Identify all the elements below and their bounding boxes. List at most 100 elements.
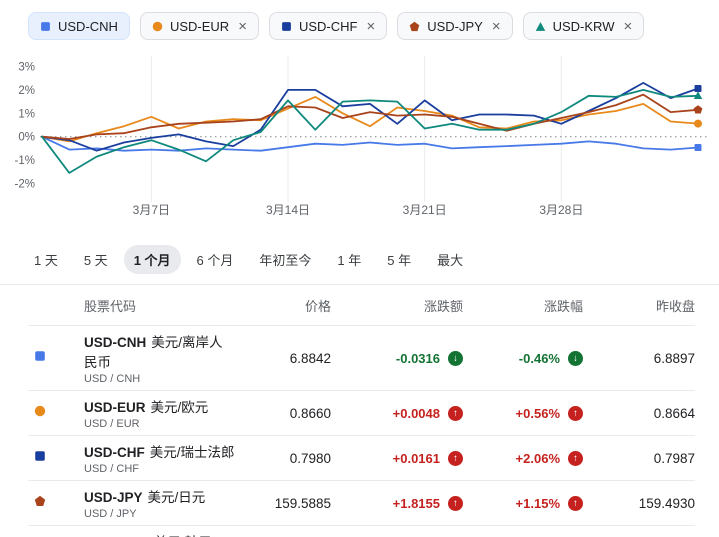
- ticker: USD-CHF: [84, 445, 145, 460]
- price-cell: 6.8842: [235, 351, 331, 366]
- col-prev-close: 昨收盘: [583, 296, 695, 315]
- price-cell: 0.8660: [235, 406, 331, 421]
- close-icon[interactable]: ×: [366, 19, 375, 34]
- pentagon-marker-icon: [409, 21, 420, 32]
- comparison-chip-usd-chf[interactable]: USD-CHF ×: [269, 12, 387, 40]
- chip-label: USD-EUR: [170, 19, 229, 34]
- y-axis-label: -1%: [15, 155, 35, 167]
- range-option-5[interactable]: 年初至今: [249, 245, 321, 274]
- pair-sub: USD / EUR: [84, 418, 235, 430]
- pentagon-marker-icon: [34, 495, 46, 507]
- chip-label: USD-KRW: [553, 19, 615, 34]
- close-icon[interactable]: ×: [623, 19, 632, 34]
- pair-name: 美元/欧元: [151, 400, 209, 415]
- up-arrow-badge-icon: ↑: [568, 496, 583, 511]
- triangle-marker-icon: [535, 21, 546, 32]
- x-axis-label: 3月14日: [266, 203, 310, 217]
- ticker: USD-CNH: [84, 335, 146, 350]
- quotes-table: 股票代码 价格 涨跌额 涨跌幅 昨收盘 USD-CNH美元/离岸人民币USD /…: [28, 285, 695, 537]
- up-arrow-badge-icon: ↑: [448, 406, 463, 421]
- up-arrow-badge-icon: ↑: [568, 406, 583, 421]
- price-chart[interactable]: 3月7日 3月14日 3月21日 3月28日 3% 2% 1% 0% -1% -2%: [0, 48, 719, 235]
- series-end-marker-usd-chf: [695, 85, 702, 92]
- x-axis-label: 3月21日: [403, 203, 447, 217]
- chip-label: USD-CHF: [299, 19, 358, 34]
- table-row-usd-chf[interactable]: USD-CHF 美元/瑞士法郎 USD / CHF0.7980 +0.0161 ↑+2.…: [28, 435, 695, 480]
- ticker: USD-EUR: [84, 400, 146, 415]
- change-pct-cell: +2.06%↑: [463, 451, 583, 466]
- pair-name: 美元/日元: [148, 490, 206, 505]
- range-option-4[interactable]: 6 个月: [187, 245, 244, 274]
- change-cell-value: -0.0316: [396, 351, 440, 366]
- price-chart-svg[interactable]: 3月7日 3月14日 3月21日 3月28日 3% 2% 1% 0% -1% -2%: [2, 48, 716, 230]
- x-axis-label: 3月28日: [539, 203, 583, 217]
- comparison-chip-usd-krw[interactable]: USD-KRW ×: [523, 12, 645, 40]
- range-option-8[interactable]: 最大: [427, 245, 473, 274]
- row-marker: [28, 404, 84, 422]
- y-axis-label: 2%: [18, 85, 35, 97]
- x-axis-label: 3月7日: [133, 203, 170, 217]
- symbol-cell: USD-EUR 美元/欧元 USD / EUR: [84, 396, 235, 430]
- series-end-marker-usd-cnh: [695, 144, 702, 151]
- table-body: USD-CNH美元/离岸人民币USD / CNH6.8842-0.0316↓-0…: [28, 325, 695, 537]
- price-cell: 159.5885: [235, 496, 331, 511]
- comparison-chip-usd-cnh[interactable]: USD-CNH: [28, 12, 130, 40]
- down-arrow-badge-icon: ↓: [448, 351, 463, 366]
- change-pct-cell: +1.15% ↑: [463, 496, 583, 511]
- range-option-6[interactable]: 1 年: [327, 245, 371, 274]
- range-option-3[interactable]: 1 个月: [124, 245, 181, 274]
- close-icon[interactable]: ×: [238, 19, 247, 34]
- range-selector: 1 天5 天1 个月6 个月年初至今1 年5 年最大: [0, 235, 719, 274]
- col-change: 涨跌额: [331, 296, 463, 315]
- series-line-usd-chf: [42, 83, 698, 151]
- prev-close-cell: 0.7987: [583, 451, 695, 466]
- change-pct-cell-value: +1.15%: [516, 496, 560, 511]
- change-cell-value: +1.8155: [393, 496, 440, 511]
- pair-sub: USD / CHF: [84, 463, 235, 475]
- change-pct-cell-value: -0.46%: [519, 351, 560, 366]
- change-cell: -0.0316 ↓: [331, 351, 463, 366]
- up-arrow-badge-icon: ↑: [448, 451, 463, 466]
- price-cell: 0.7980: [235, 451, 331, 466]
- change-cell-value: +0.0161: [393, 451, 440, 466]
- ticker: USD-JPY: [84, 490, 143, 505]
- square-marker-icon: [281, 21, 292, 32]
- down-arrow-badge-icon: ↓: [568, 351, 583, 366]
- chip-label: USD-JPY: [427, 19, 483, 34]
- table-header: 股票代码 价格 涨跌额 涨跌幅 昨收盘: [28, 285, 695, 325]
- comparison-chip-usd-jpy[interactable]: USD-JPY ×: [397, 12, 512, 40]
- change-cell: +0.0048↑: [331, 406, 463, 421]
- y-axis-label: 3%: [18, 62, 35, 74]
- symbol-cell: USD-JPY 美元/日元 USD / JPY: [84, 486, 235, 520]
- col-change-pct: 涨跌幅: [463, 296, 583, 315]
- row-marker: [28, 349, 84, 367]
- series-end-marker-usd-jpy: [694, 105, 703, 113]
- up-arrow-badge-icon: ↑: [568, 451, 583, 466]
- pair-name: 美元/瑞士法郎: [150, 445, 235, 460]
- col-price: 价格: [235, 296, 331, 315]
- table-row-usd-krw[interactable]: USD-KRW美元/韩元USD / KRW1,509.0399+25.9699↑…: [28, 525, 695, 537]
- up-arrow-badge-icon: ↑: [448, 496, 463, 511]
- finance-compare-page: USD-CNHUSD-EUR×USD-CHF×USD-JPY×USD-KRW× …: [0, 0, 719, 537]
- table-row-usd-cnh[interactable]: USD-CNH美元/离岸人民币USD / CNH6.8842-0.0316↓-0…: [28, 325, 695, 390]
- close-icon[interactable]: ×: [492, 19, 501, 34]
- range-option-7[interactable]: 5 年: [377, 245, 421, 274]
- y-axis-label: 0%: [18, 132, 35, 144]
- change-pct-cell: -0.46% ↓: [463, 351, 583, 366]
- series-end-marker-usd-eur: [694, 120, 702, 128]
- change-pct-cell-value: +0.56%: [516, 406, 560, 421]
- range-option-1[interactable]: 1 天: [24, 245, 68, 274]
- comparison-chips: USD-CNH USD-EUR × USD-CHF × USD-JPY × USD-KRW ×: [0, 0, 719, 40]
- square-marker-icon: [40, 21, 51, 32]
- table-row-usd-eur[interactable]: USD-EUR 美元/欧元 USD / EUR0.8660+0.0048↑ +0.56…: [28, 390, 695, 435]
- prev-close-cell: 0.8664: [583, 406, 695, 421]
- change-cell: +0.0161 ↑: [331, 451, 463, 466]
- range-option-2[interactable]: 5 天: [74, 245, 118, 274]
- comparison-chip-usd-eur[interactable]: USD-EUR ×: [140, 12, 259, 40]
- y-axis-label: -2%: [15, 178, 35, 190]
- symbol-cell: USD-CNH美元/离岸人民币USD / CNH: [84, 331, 235, 385]
- pair-sub: USD / JPY: [84, 508, 235, 520]
- table-row-usd-jpy[interactable]: USD-JPY美元/日元USD / JPY159.5885+1.8155↑+1.…: [28, 480, 695, 525]
- y-axis-label: 1%: [18, 108, 35, 120]
- prev-close-cell: 6.8897: [583, 351, 695, 366]
